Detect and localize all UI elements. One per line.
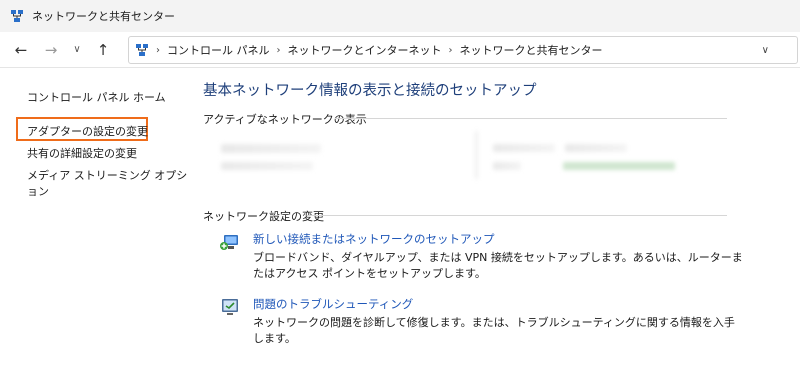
blurred-network-type (221, 162, 313, 170)
sidebar-item-advanced-sharing[interactable]: 共有の詳細設定の変更 (27, 145, 137, 161)
control-panel-icon (136, 44, 148, 56)
sidebar-item-control-panel-home[interactable]: コントロール パネル ホーム (27, 89, 166, 105)
divider (335, 118, 727, 119)
chevron-down-icon: ∨ (73, 44, 81, 55)
blurred-access-label (493, 144, 555, 152)
breadcrumb-network-sharing-center[interactable]: ネットワークと共有センター (460, 42, 603, 58)
arrow-right-icon: → (44, 40, 58, 59)
breadcrumb-network-internet[interactable]: ネットワークとインターネット (288, 42, 442, 58)
blurred-connection-label (493, 162, 521, 170)
title-bar: ネットワークと共有センター (0, 0, 800, 32)
new-connection-link[interactable]: 新しい接続またはネットワークのセットアップ (253, 231, 495, 247)
sidebar-item-media-streaming[interactable]: メディア ストリーミング オプション (27, 167, 190, 199)
blurred-access-value (565, 144, 627, 152)
blurred-divider (475, 131, 478, 179)
arrow-up-icon: ↑ (96, 40, 110, 59)
section-label-change-settings: ネットワーク設定の変更 (203, 210, 324, 223)
address-dropdown-button[interactable]: ∨ (762, 45, 769, 56)
main-content: 基本ネットワーク情報の表示と接続のセットアップ アクティブなネットワークの表示 … (203, 69, 800, 387)
blurred-network-name (221, 144, 321, 153)
new-connection-icon (220, 235, 238, 250)
section-label-active-networks: アクティブなネットワークの表示 (203, 113, 367, 126)
recent-locations-button[interactable]: ∨ (66, 36, 88, 64)
forward-button[interactable]: → (36, 36, 66, 64)
arrow-left-icon: ← (14, 40, 28, 59)
troubleshoot-link[interactable]: 問題のトラブルシューティング (253, 296, 413, 312)
troubleshoot-icon (222, 299, 238, 315)
breadcrumb-separator: › (156, 44, 160, 56)
breadcrumb-control-panel[interactable]: コントロール パネル (167, 42, 270, 58)
sidebar-item-adapter-settings[interactable]: アダプターの設定の変更 (27, 123, 148, 139)
chevron-down-icon: ∨ (761, 44, 769, 56)
new-connection-description: ブロードバンド、ダイヤルアップ、または VPN 接続をセットアップします。あるい… (253, 251, 743, 280)
page-title: 基本ネットワーク情報の表示と接続のセットアップ (203, 83, 537, 99)
back-button[interactable]: ← (6, 36, 36, 64)
sidebar: コントロール パネル ホーム アダプターの設定の変更 共有の詳細設定の変更 メデ… (0, 69, 190, 387)
troubleshoot-description: ネットワークの問題を診断して修復します。または、トラブルシューティングに関する情… (253, 316, 735, 345)
up-button[interactable]: ↑ (88, 36, 118, 64)
network-center-icon (11, 10, 23, 22)
window-title: ネットワークと共有センター (32, 10, 175, 23)
breadcrumb-separator: › (448, 44, 453, 56)
divider (307, 215, 727, 216)
breadcrumb-separator: › (276, 44, 281, 56)
blurred-connection-link (563, 162, 675, 170)
navigation-bar: ← → ∨ ↑ › コントロール パネル › ネットワークとインターネット › … (0, 32, 800, 68)
address-bar[interactable]: › コントロール パネル › ネットワークとインターネット › ネットワークと共… (128, 36, 798, 64)
